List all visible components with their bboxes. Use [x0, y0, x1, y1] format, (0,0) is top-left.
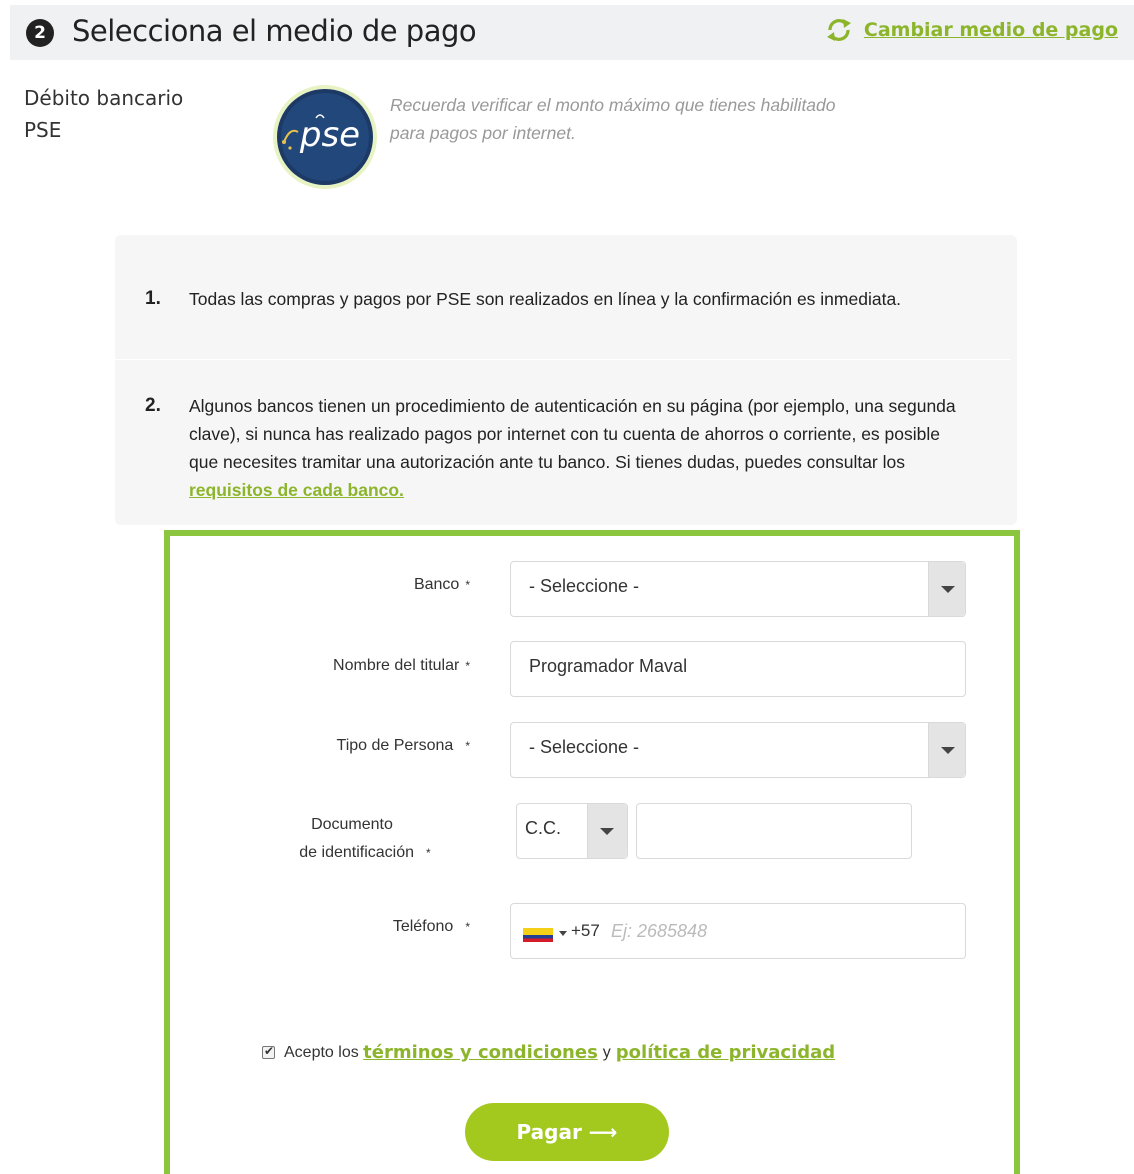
- info-item-number: 1.: [145, 288, 161, 309]
- holder-name-value: Programador Maval: [529, 656, 688, 676]
- chevron-down-icon[interactable]: [928, 723, 965, 777]
- terms-middle: y: [602, 1043, 611, 1061]
- document-label-line2: de identificación: [299, 844, 415, 861]
- terms-conditions-link[interactable]: términos y condiciones: [363, 1042, 598, 1063]
- bank-label: Banco *: [330, 571, 470, 599]
- required-mark: *: [465, 920, 470, 934]
- phone-label-text: Teléfono: [392, 918, 454, 935]
- document-label-line1: Documento: [311, 816, 393, 833]
- person-type-label: Tipo de Persona *: [260, 732, 470, 760]
- payment-form: Banco * - Seleccione - Nombre del titular…: [164, 530, 1020, 1174]
- section-title: Selecciona el medio de pago: [72, 14, 477, 48]
- payment-method-name-line2: PSE: [24, 118, 62, 142]
- chevron-down-icon[interactable]: [928, 562, 965, 616]
- phone-placeholder: Ej: 2685848: [611, 921, 708, 941]
- document-type-value: C.C.: [525, 818, 561, 838]
- document-label: Documento de identificación *: [260, 811, 470, 867]
- pse-logo-text: pse: [299, 115, 360, 155]
- privacy-policy-link[interactable]: política de privacidad: [616, 1042, 835, 1063]
- payment-method-name: Débito bancario PSE: [24, 82, 183, 146]
- change-payment-method-label[interactable]: Cambiar medio de pago: [864, 19, 1118, 41]
- info-item-text: Todas las compras y pagos por PSE son re…: [189, 289, 902, 309]
- info-item: 2. Algunos bancos tienen un procedimient…: [145, 392, 965, 504]
- phone-input[interactable]: +57 Ej: 2685848: [510, 903, 966, 959]
- holder-label: Nombre del titular *: [260, 652, 470, 680]
- person-type-label-text: Tipo de Persona: [336, 737, 454, 754]
- terms-prefix: Acepto los: [284, 1043, 359, 1061]
- person-type-select-value: - Seleccione -: [529, 737, 640, 757]
- required-mark: *: [465, 578, 470, 592]
- pse-logo: pse: [273, 85, 377, 189]
- bank-requirements-link[interactable]: requisitos de cada banco.: [189, 480, 404, 500]
- info-item-number: 2.: [145, 395, 161, 416]
- info-item-body: Algunos bancos tienen un procedimiento d…: [189, 396, 956, 472]
- divider: [115, 359, 1011, 360]
- holder-name-input[interactable]: Programador Maval: [510, 641, 966, 697]
- section-header: 2 Selecciona el medio de pago Cambiar me…: [10, 5, 1134, 60]
- pay-button[interactable]: Pagar ⟶: [465, 1103, 669, 1161]
- bank-select-value: - Seleccione -: [529, 576, 640, 596]
- caret-down-icon[interactable]: [559, 931, 567, 936]
- required-mark: *: [465, 659, 470, 673]
- document-type-select[interactable]: C.C.: [516, 803, 628, 859]
- refresh-icon: [826, 19, 851, 41]
- change-payment-method-link[interactable]: Cambiar medio de pago: [824, 17, 1118, 43]
- info-item-text: Algunos bancos tienen un procedimiento d…: [189, 392, 965, 504]
- payment-method-note: Recuerda verificar el monto máximo que t…: [390, 95, 836, 143]
- document-number-input[interactable]: [636, 803, 912, 859]
- info-box: 1. Todas las compras y pagos por PSE son…: [115, 235, 1017, 525]
- terms-row: Acepto los términos y condiciones y polí…: [262, 1042, 835, 1063]
- bank-label-text: Banco: [413, 576, 460, 593]
- phone-label: Teléfono *: [260, 913, 470, 941]
- chevron-down-icon[interactable]: [587, 804, 627, 858]
- payment-method-name-line1: Débito bancario: [24, 86, 184, 110]
- colombia-flag-icon[interactable]: [523, 928, 553, 942]
- holder-label-text: Nombre del titular: [333, 657, 460, 674]
- person-type-select[interactable]: - Seleccione -: [510, 722, 966, 778]
- required-mark: *: [465, 739, 470, 753]
- terms-checkbox[interactable]: [262, 1044, 275, 1059]
- required-mark: *: [426, 846, 431, 860]
- step-number-badge: 2: [26, 19, 54, 47]
- info-item: 1. Todas las compras y pagos por PSE son…: [145, 285, 965, 313]
- bank-select[interactable]: - Seleccione -: [510, 561, 966, 617]
- phone-country-code: +57: [571, 921, 600, 940]
